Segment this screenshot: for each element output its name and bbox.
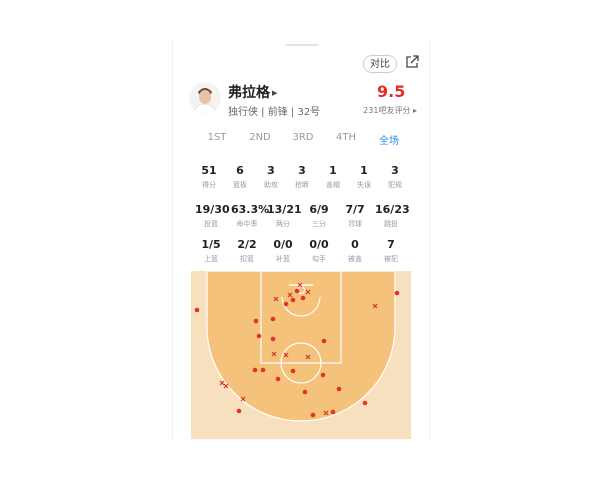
stat-jump-shots: 16/23 跳投 bbox=[375, 203, 410, 228]
tab-2nd[interactable]: 2ND bbox=[240, 132, 280, 143]
made-shot bbox=[256, 333, 262, 339]
stat-fg-percentage: 63.3% 命中率 bbox=[231, 203, 270, 228]
made-shot bbox=[283, 301, 289, 307]
stat-dunks: 2/2 扣篮 bbox=[237, 238, 257, 263]
rating-count-link[interactable]: 231吧友评分 ▸ bbox=[363, 105, 417, 116]
stat-two-pointers: 13/21 两分 bbox=[267, 203, 302, 228]
tab-1st[interactable]: 1ST bbox=[197, 132, 237, 143]
made-shot bbox=[253, 318, 259, 324]
player-name-link[interactable]: 弗拉格 ▶ bbox=[228, 82, 277, 102]
shot-chart-court bbox=[191, 271, 411, 439]
drag-handle[interactable] bbox=[285, 44, 319, 46]
stat-three-pointers: 6/9 三分 bbox=[309, 203, 329, 228]
stat-fouls: 3 犯规 bbox=[388, 164, 402, 189]
tab-4th[interactable]: 4TH bbox=[326, 132, 366, 143]
stat-tip-ins: 0/0 补篮 bbox=[273, 238, 293, 263]
share-icon[interactable] bbox=[404, 54, 420, 70]
made-shot bbox=[260, 367, 266, 373]
made-shot bbox=[290, 297, 296, 303]
made-shot bbox=[300, 295, 306, 301]
made-shot bbox=[302, 389, 308, 395]
made-shot bbox=[321, 338, 327, 344]
stat-hook-shots: 0/0 勾手 bbox=[309, 238, 329, 263]
stat-rebounds: 6 篮板 bbox=[233, 164, 247, 189]
made-shot bbox=[236, 408, 242, 414]
player-rating: 9.5 bbox=[377, 82, 406, 101]
made-shot bbox=[320, 372, 326, 378]
made-shot bbox=[294, 288, 300, 294]
stat-blocks: 1 盖帽 bbox=[326, 164, 340, 189]
made-shot bbox=[394, 290, 400, 296]
player-stats-card: 对比 弗拉格 ▶ 独行侠 | 前锋 | 32号 9.5 231吧友评分 ▸ 1ST… bbox=[172, 38, 430, 440]
made-shot bbox=[330, 409, 336, 415]
stat-field-goals: 19/30 投篮 bbox=[195, 203, 230, 228]
period-tabs: 1ST 2ND 3RD 4TH 全场 bbox=[193, 132, 417, 154]
player-avatar[interactable] bbox=[189, 82, 221, 114]
stat-assists: 3 助攻 bbox=[264, 164, 278, 189]
chevron-right-icon: ▶ bbox=[272, 89, 278, 97]
stat-layups: 1/5 上篮 bbox=[201, 238, 221, 263]
avatar-icon bbox=[189, 82, 221, 114]
stat-free-throws: 7/7 罚球 bbox=[345, 203, 365, 228]
made-shot bbox=[290, 368, 296, 374]
stat-points: 51 得分 bbox=[201, 164, 217, 189]
tab-3rd[interactable]: 3RD bbox=[283, 132, 323, 143]
player-name: 弗拉格 bbox=[228, 85, 270, 101]
made-shot bbox=[194, 307, 200, 313]
made-shot bbox=[362, 400, 368, 406]
compare-button[interactable]: 对比 bbox=[363, 55, 397, 73]
made-shot bbox=[270, 316, 276, 322]
player-meta: 独行侠 | 前锋 | 32号 bbox=[228, 107, 321, 118]
tab-full-game[interactable]: 全场 bbox=[369, 132, 409, 147]
made-shot bbox=[310, 412, 316, 418]
stat-fouls-drawn: 7 被犯 bbox=[384, 238, 398, 263]
made-shot bbox=[270, 336, 276, 342]
made-shot bbox=[275, 376, 281, 382]
stat-blocked: 0 被盖 bbox=[348, 238, 362, 263]
stat-turnovers: 1 失误 bbox=[357, 164, 371, 189]
stat-steals: 3 抢断 bbox=[295, 164, 309, 189]
made-shot bbox=[336, 386, 342, 392]
made-shot bbox=[252, 367, 258, 373]
